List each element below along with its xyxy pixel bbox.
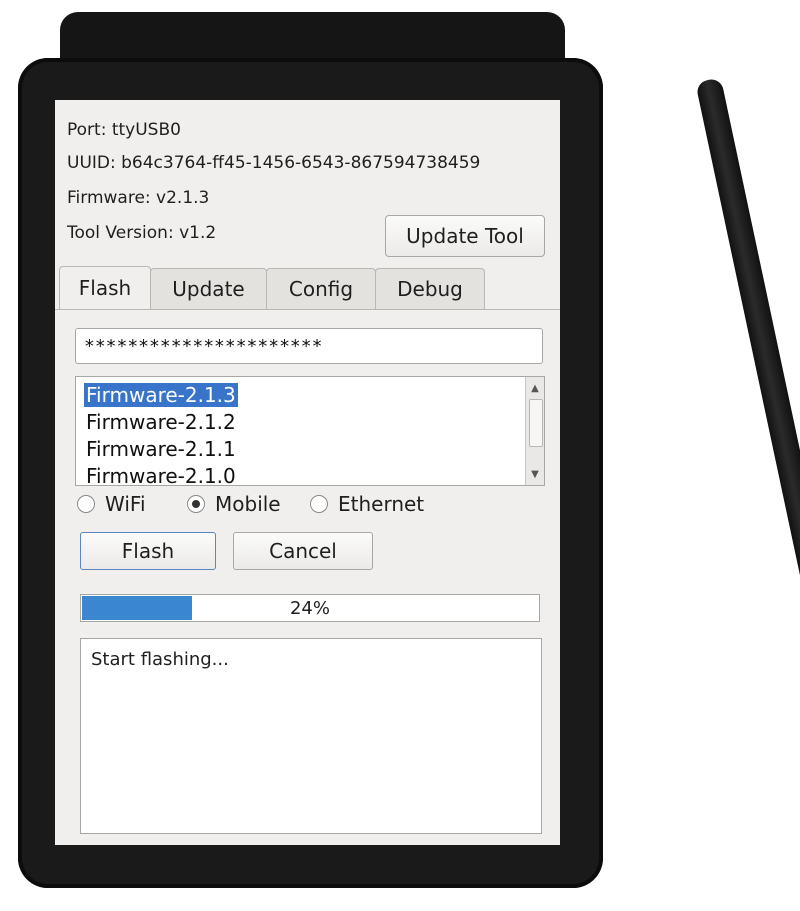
list-item-firmware-2-1-3[interactable]: Firmware-2.1.3 xyxy=(84,383,238,407)
progress-bar: 24% xyxy=(80,594,540,622)
tab-update[interactable]: Update xyxy=(150,268,267,309)
list-item-firmware-2-1-2[interactable]: Firmware-2.1.2 xyxy=(84,410,238,434)
radio-wifi-label: WiFi xyxy=(105,492,146,516)
uuid-label: UUID: b64c3764-ff45-1456-6543-8675947384… xyxy=(67,153,481,173)
log-output[interactable]: Start flashing... xyxy=(80,638,542,834)
flash-button[interactable]: Flash xyxy=(80,532,216,570)
list-scrollbar[interactable]: ▲ ▼ xyxy=(525,377,544,485)
password-field[interactable]: ********************** xyxy=(75,328,543,364)
cancel-button[interactable]: Cancel xyxy=(233,532,373,570)
scroll-thumb[interactable] xyxy=(529,399,543,447)
firmware-label: Firmware: v2.1.3 xyxy=(67,188,210,208)
tab-flash[interactable]: Flash xyxy=(59,266,151,309)
screen: Port: ttyUSB0 UUID: b64c3764-ff45-1456-6… xyxy=(55,100,560,845)
tab-config[interactable]: Config xyxy=(266,268,376,309)
tab-debug[interactable]: Debug xyxy=(375,268,485,309)
log-text: Start flashing... xyxy=(91,649,229,670)
radio-circle-checked xyxy=(187,495,205,513)
tab-bar: Flash Update Config Debug xyxy=(55,266,560,310)
scroll-up-arrow-icon[interactable]: ▲ xyxy=(526,379,544,397)
radio-mobile[interactable]: Mobile xyxy=(187,492,281,516)
tab-divider xyxy=(55,309,560,310)
radio-ethernet-label: Ethernet xyxy=(338,492,425,516)
tool-version-label: Tool Version: v1.2 xyxy=(67,223,217,243)
radio-circle xyxy=(310,495,328,513)
list-item-firmware-2-1-1[interactable]: Firmware-2.1.1 xyxy=(84,437,238,461)
port-label: Port: ttyUSB0 xyxy=(67,120,181,140)
update-tool-button[interactable]: Update Tool xyxy=(385,215,545,257)
radio-circle xyxy=(77,495,95,513)
radio-mobile-label: Mobile xyxy=(215,492,281,516)
list-item-firmware-2-1-0[interactable]: Firmware-2.1.0 xyxy=(84,464,238,485)
scroll-down-arrow-icon[interactable]: ▼ xyxy=(526,465,544,483)
radio-ethernet[interactable]: Ethernet xyxy=(310,492,424,516)
radio-wifi[interactable]: WiFi xyxy=(77,492,146,516)
firmware-list[interactable]: Firmware-2.1.3 Firmware-2.1.2 Firmware-2… xyxy=(75,376,545,486)
stylus xyxy=(695,77,800,783)
progress-label: 24% xyxy=(289,597,330,619)
